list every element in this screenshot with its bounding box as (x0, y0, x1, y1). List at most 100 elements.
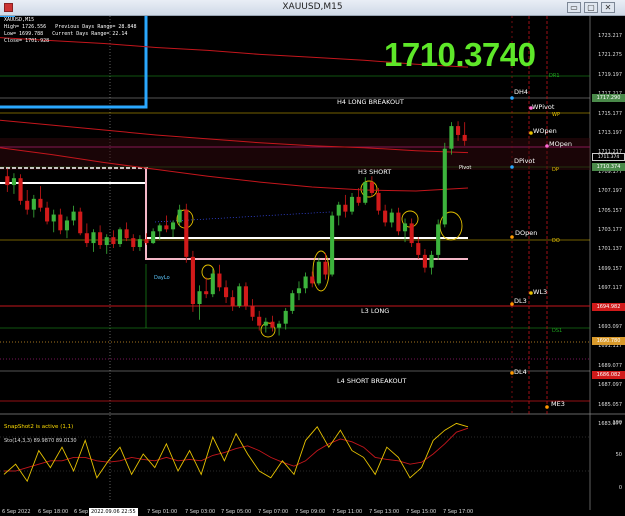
candle-body (456, 126, 461, 135)
time-cursor-label: 2022.09.06 22:55 (89, 508, 138, 516)
dopen-label: DOpen (515, 229, 538, 237)
candle-body (217, 273, 222, 288)
candle-body (111, 237, 116, 245)
price-axis-tick: 1703.177 (598, 227, 622, 233)
maximize-button[interactable]: ▢ (584, 2, 598, 13)
candle-body (330, 215, 335, 275)
candle-body (210, 273, 215, 295)
price-chart-area[interactable]: XAUUSD,M15 High= 1726.556 Previous Days … (0, 16, 625, 516)
candle-body (296, 288, 302, 294)
candle-body (31, 198, 36, 210)
candle-body (250, 305, 255, 317)
price-chart-svg (0, 16, 625, 510)
candle-body (25, 200, 30, 210)
dp-label: DP (552, 167, 559, 173)
candle-body (170, 222, 176, 230)
price-axis-tick: 1715.177 (598, 110, 622, 117)
candle-body (157, 225, 162, 232)
candle-body (91, 232, 96, 244)
price-tag-dh4: 1717.290 (592, 94, 625, 102)
candle-body (18, 178, 23, 201)
candle-body (270, 321, 275, 328)
candle-body (38, 198, 43, 208)
candle-body (316, 261, 321, 284)
candle-body (11, 178, 16, 186)
stochastic-line (3, 422, 469, 483)
price-axis-tick: 1699.157 (598, 265, 622, 272)
candle-body (64, 220, 70, 231)
high-info: High= 1726.556 Previous Days Range= 28.8… (4, 24, 137, 30)
candle-body (336, 204, 341, 216)
candle-body (343, 204, 348, 212)
candle-body (151, 231, 156, 244)
price-axis-tick: 1707.197 (598, 188, 622, 195)
candle-body (310, 276, 315, 284)
price-axis-tick: 1705.157 (598, 207, 622, 214)
wp-label: WP (552, 112, 560, 118)
wl3-label: WL3 (533, 288, 548, 296)
candle-body (71, 211, 76, 221)
candle-body (383, 210, 388, 223)
candle-body (131, 238, 136, 248)
price-axis-tick: 1713.197 (598, 130, 622, 136)
stoch-level-50: 50 (615, 452, 622, 458)
minimize-button[interactable]: ▭ (567, 2, 581, 13)
symbol-info: XAUUSD,M15 (4, 17, 35, 23)
wpivot-label: WPivot (532, 103, 555, 111)
candle-body (396, 212, 401, 232)
candle-body (58, 214, 63, 231)
low-info: Low= 1699.788 Current Days Range= 22.14 (4, 31, 128, 37)
candle-body (84, 233, 89, 244)
candle-body (45, 207, 50, 222)
candle-body (349, 196, 355, 212)
dh4-label: DH4 (514, 88, 529, 96)
mt4-chart-window: XAUUSD,M15 ▭ ▢ ✕ XAUUSD,M15 High= 1726.5… (0, 0, 625, 516)
price-axis-tick: 1701.137 (598, 246, 622, 253)
candle-body (303, 276, 308, 289)
window-title: XAUUSD,M15 (282, 2, 343, 12)
candle-body (363, 182, 368, 203)
candle-body (5, 176, 10, 186)
candle-body (204, 291, 209, 295)
l3-long-label: L3 LONG (361, 307, 390, 315)
candle-body (137, 239, 142, 248)
candle-body (409, 223, 414, 244)
mopen-label: MOpen (549, 140, 572, 148)
price-axis-tick: 1685.057 (598, 401, 622, 408)
candle-body (402, 223, 408, 232)
do-label: DO (552, 238, 560, 244)
close-button[interactable]: ✕ (601, 2, 615, 13)
me3-label: ME3 (551, 400, 565, 408)
candle-body (190, 256, 195, 305)
candle-body (429, 254, 434, 268)
candle-body (144, 239, 149, 244)
candle-body (197, 291, 202, 305)
price-axis-tick: 1719.197 (598, 71, 622, 78)
price-axis-tick: 1721.275 (598, 52, 622, 59)
candle-body (422, 254, 427, 268)
price-tag-dl4: 1686.082 (592, 371, 625, 379)
candle-body (164, 225, 169, 230)
candle-body (290, 293, 295, 311)
candle-body (124, 229, 129, 239)
price-axis-tick: 1693.097 (598, 324, 622, 330)
candle-body (283, 310, 288, 324)
stoch-level-100: 100 (612, 420, 622, 426)
l4-short-breakout-label: L4 SHORT BREAKOUT (337, 377, 407, 385)
window-titlebar[interactable]: XAUUSD,M15 ▭ ▢ ✕ (0, 0, 625, 16)
dr1-label: DR1 (549, 73, 560, 79)
price-axis-tick: 1687.097 (598, 382, 622, 389)
candle-body (98, 232, 103, 246)
price-tag-dl3: 1694.982 (592, 303, 625, 311)
price-tag-orange: 1690.780 (592, 337, 625, 345)
h4-long-breakout-label: H4 LONG BREAKOUT (337, 98, 404, 106)
resistance-zone (0, 138, 590, 170)
candle-body (224, 287, 229, 298)
candle-body (237, 286, 242, 306)
price-tag-bid: 1711.374 (592, 153, 625, 161)
candle-body (442, 148, 447, 225)
snapshot-status: SnapShot2 is active (1,1) (4, 424, 74, 430)
stoch-level-0: 0 (618, 485, 622, 491)
candle-body (104, 237, 109, 246)
h3-short-label: H3 SHORT (358, 168, 392, 176)
